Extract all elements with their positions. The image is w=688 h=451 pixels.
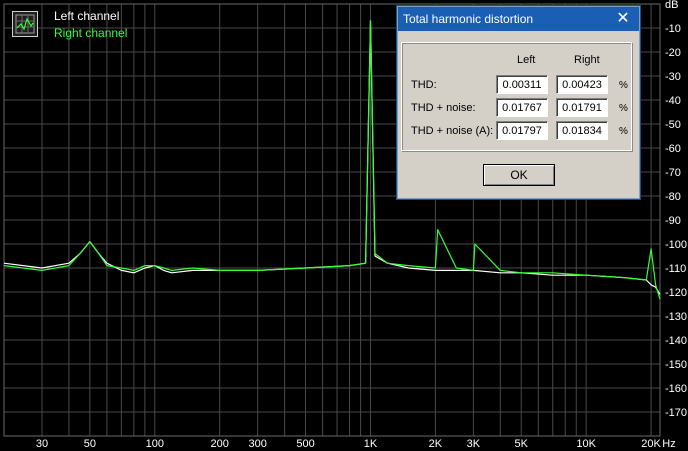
- y-tick-label: -70: [665, 167, 681, 179]
- x-tick-label: 5K: [514, 438, 528, 450]
- dialog-title: Total harmonic distortion: [403, 12, 534, 26]
- y-tick-label: -150: [665, 359, 687, 371]
- x-tick-label: 200: [211, 438, 229, 450]
- y-tick-label: dB: [665, 0, 678, 11]
- close-icon[interactable]: ✕: [615, 9, 631, 27]
- unit-thd: %: [619, 80, 628, 91]
- thd-noise-a-right-value[interactable]: 0.01834: [556, 121, 608, 140]
- unit-thd-noise-a: %: [619, 126, 628, 137]
- x-tick-label: 50: [84, 438, 96, 450]
- y-tick-label: -130: [665, 311, 687, 323]
- row-label-thd-noise: THD + noise:: [411, 102, 476, 114]
- y-tick-label: -50: [665, 119, 681, 131]
- y-tick-label: -160: [665, 383, 687, 395]
- legend-left-channel: Left channel: [54, 9, 120, 23]
- legend-right-channel: Right channel: [54, 26, 128, 40]
- y-tick-label: -10: [665, 23, 681, 35]
- x-tick-label: 500: [296, 438, 314, 450]
- x-tick-label: 300: [248, 438, 266, 450]
- x-tick-label: 30: [36, 438, 48, 450]
- row-label-thd: THD:: [411, 79, 437, 91]
- thd-noise-left-value[interactable]: 0.01767: [496, 98, 548, 117]
- thd-right-value[interactable]: 0.00423: [556, 75, 608, 94]
- y-tick-label: -170: [665, 407, 687, 419]
- y-tick-label: -20: [665, 47, 681, 59]
- x-tick-label: 100: [146, 438, 164, 450]
- x-tick-label: 2K: [429, 438, 443, 450]
- y-tick-label: -60: [665, 143, 681, 155]
- dialog-titlebar[interactable]: Total harmonic distortion ✕: [398, 7, 639, 31]
- x-tick-label: 3K: [467, 438, 481, 450]
- ok-button[interactable]: OK: [483, 164, 555, 186]
- column-header-right: Right: [574, 54, 600, 66]
- y-tick-label: -80: [665, 191, 681, 203]
- row-label-thd-noise-a: THD + noise (A):: [411, 125, 494, 137]
- x-tick-label: 20K: [641, 438, 661, 450]
- thd-noise-right-value[interactable]: 0.01791: [556, 98, 608, 117]
- thd-noise-a-left-value[interactable]: 0.01797: [496, 121, 548, 140]
- legend: Left channel Right channel: [12, 9, 142, 43]
- x-tick-label: 10K: [576, 438, 596, 450]
- y-tick-label: -100: [665, 239, 687, 251]
- x-tick-label: 1K: [364, 438, 378, 450]
- y-tick-label: -40: [665, 95, 681, 107]
- y-tick-label: -30: [665, 71, 681, 83]
- y-tick-label: -90: [665, 215, 681, 227]
- unit-thd-noise: %: [619, 103, 628, 114]
- y-tick-label: -120: [665, 287, 687, 299]
- y-tick-label: -110: [665, 263, 686, 275]
- thd-left-value[interactable]: 0.00311: [496, 75, 548, 94]
- spectrum-analyzer-icon[interactable]: [12, 11, 38, 37]
- x-tick-label: Hz: [662, 438, 675, 450]
- thd-dialog: Total harmonic distortion ✕ Left Right T…: [397, 6, 640, 199]
- y-tick-label: -140: [665, 335, 687, 347]
- column-header-left: Left: [517, 54, 536, 66]
